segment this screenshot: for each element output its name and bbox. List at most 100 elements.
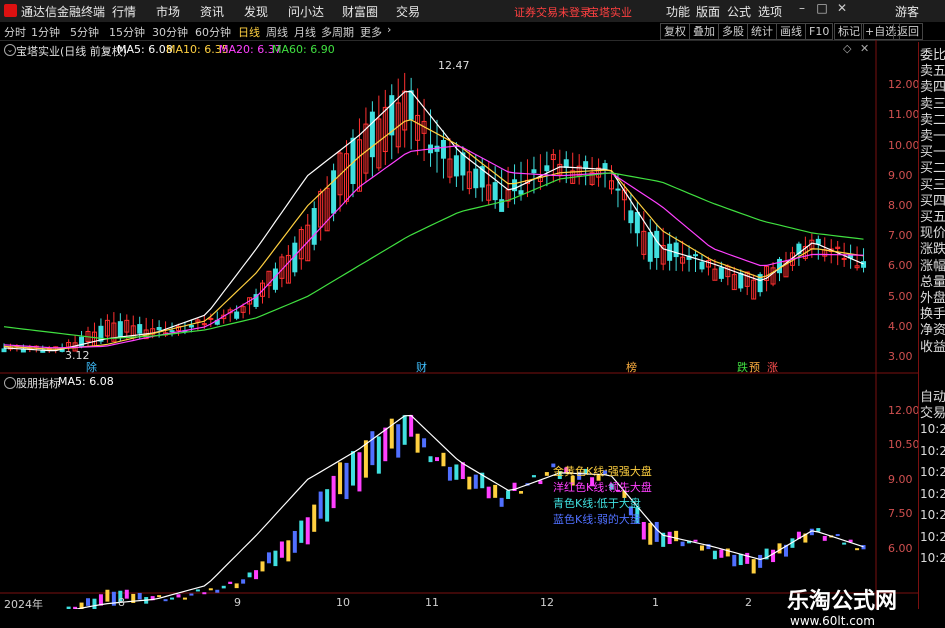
menu-quotes[interactable]: 行情 — [112, 3, 136, 20]
candle-body — [648, 233, 652, 262]
legend-gold: 金黄色K线:强强大盘 — [553, 463, 652, 479]
function-button[interactable]: 功能 — [666, 3, 690, 20]
period-15min[interactable]: 15分钟 — [109, 24, 145, 40]
legend-blue: 蓝色K线:弱的大盘 — [553, 511, 641, 527]
layout-button[interactable]: 版面 — [696, 3, 720, 20]
indicator-bar — [235, 583, 239, 588]
multi-stock-button[interactable]: 多股 — [718, 23, 748, 40]
legend-magenta: 洋红色K线:领先大盘 — [553, 479, 652, 495]
options-button[interactable]: 选项 — [758, 3, 782, 20]
indicator-bar — [306, 517, 310, 544]
menu-trade[interactable]: 交易 — [396, 3, 420, 20]
indicator-bar — [319, 492, 323, 519]
indicator-bar — [467, 477, 471, 490]
indicator-bar — [862, 545, 866, 549]
candle-body — [370, 112, 374, 157]
period-more[interactable]: 更多 — [360, 24, 382, 40]
indicator-bar — [855, 548, 859, 550]
indicator-bar — [254, 570, 258, 579]
candle-body — [635, 213, 639, 233]
indicator-bar — [189, 594, 193, 596]
maximize-icon[interactable]: □ — [814, 1, 830, 19]
indicator-bar — [842, 543, 846, 545]
indicator-bar — [493, 485, 497, 498]
period-60min[interactable]: 60分钟 — [195, 24, 231, 40]
indicator-bar — [403, 415, 407, 445]
indicator-tick: 6.00 — [888, 542, 913, 555]
period-1min[interactable]: 1分钟 — [31, 24, 60, 40]
indicator-tick: 7.50 — [888, 507, 913, 520]
candle-body — [474, 169, 478, 188]
menu-news[interactable]: 资讯 — [200, 3, 224, 20]
indicator-bar — [409, 415, 413, 437]
trade-time: 10:29 — [920, 444, 945, 458]
minimize-icon[interactable]: – — [794, 1, 810, 19]
menu-ask[interactable]: 问小达 — [288, 3, 324, 20]
indicator-bar — [416, 434, 420, 453]
close-icon[interactable]: ✕ — [834, 1, 850, 19]
trade-time: 10:29 — [920, 551, 945, 565]
tag-up[interactable]: 涨 — [767, 359, 778, 375]
tag-ex-dividend[interactable]: 除 — [86, 359, 97, 375]
trade-time: 10:29 — [920, 508, 945, 522]
indicator-bar — [519, 491, 523, 494]
stats-button[interactable]: 统计 — [747, 23, 777, 40]
candle-body — [170, 331, 174, 332]
indicator-bar — [170, 598, 174, 600]
candle-body — [719, 268, 723, 279]
indicator-bar — [241, 579, 245, 583]
mark-button[interactable]: 标记 — [834, 23, 864, 40]
period-monthly[interactable]: 月线 — [294, 24, 316, 40]
indicator-bar — [454, 464, 458, 479]
price-tick: 5.00 — [888, 290, 913, 303]
indicator-bar — [642, 522, 646, 540]
indicator-bar — [248, 572, 252, 577]
period-timeshare[interactable]: 分时 — [4, 24, 26, 40]
indicator-bar — [138, 593, 142, 600]
indicator-bar — [176, 594, 180, 597]
indicator-bar — [668, 532, 672, 544]
period-multi[interactable]: 多周期 — [321, 24, 354, 40]
menu-wealth[interactable]: 财富圈 — [342, 3, 378, 20]
kline-chart[interactable] — [0, 40, 918, 609]
period-30min[interactable]: 30分钟 — [152, 24, 188, 40]
formula-button[interactable]: 公式 — [727, 3, 751, 20]
indicator-bar — [745, 553, 749, 564]
title-bar: 通达信金融终端 行情 市场 资讯 发现 问小达 财富圈 交易 证券交易未登录 宝… — [0, 0, 945, 23]
indicator-bar — [732, 555, 736, 566]
tag-finance[interactable]: 财 — [416, 359, 427, 375]
menu-discover[interactable]: 发现 — [244, 3, 268, 20]
f10-button[interactable]: F10 — [805, 23, 833, 40]
period-weekly[interactable]: 周线 — [266, 24, 288, 40]
indicator-bar — [157, 595, 161, 597]
candle-body — [842, 258, 846, 259]
indicator-bar — [713, 551, 717, 559]
candle-body — [862, 262, 866, 268]
tag-down[interactable]: 跌 — [737, 359, 748, 375]
candle-body — [454, 156, 458, 176]
adjust-button[interactable]: 复权 — [660, 23, 690, 40]
chevron-right-icon[interactable]: › — [387, 23, 391, 36]
guest-label[interactable]: 游客 — [895, 3, 919, 20]
period-daily[interactable]: 日线 — [238, 24, 260, 40]
candle-body — [118, 322, 122, 337]
candle-body — [138, 325, 142, 334]
draw-line-button[interactable]: 画线 — [776, 23, 806, 40]
x-label-2024: 2024年 — [4, 596, 43, 612]
tag-rank[interactable]: 榜 — [626, 359, 637, 375]
indicator-bar — [364, 440, 368, 477]
x-label-nov: 11 — [425, 596, 439, 609]
overlay-button[interactable]: 叠加 — [689, 23, 719, 40]
tag-forecast[interactable]: 预 — [749, 359, 760, 375]
candle-body — [493, 183, 497, 200]
ma-line-ma10 — [4, 120, 864, 349]
period-5min[interactable]: 5分钟 — [70, 24, 99, 40]
menu-market[interactable]: 市场 — [156, 3, 180, 20]
back-button[interactable]: 返回 — [893, 23, 923, 40]
login-notice[interactable]: 证券交易未登录 — [514, 4, 591, 20]
indicator-bar — [215, 590, 219, 593]
indicator-bar — [532, 475, 536, 477]
quote-field-label[interactable]: 交易 — [920, 402, 945, 421]
indicator-bar — [694, 540, 698, 542]
indicator-bar — [752, 559, 756, 573]
